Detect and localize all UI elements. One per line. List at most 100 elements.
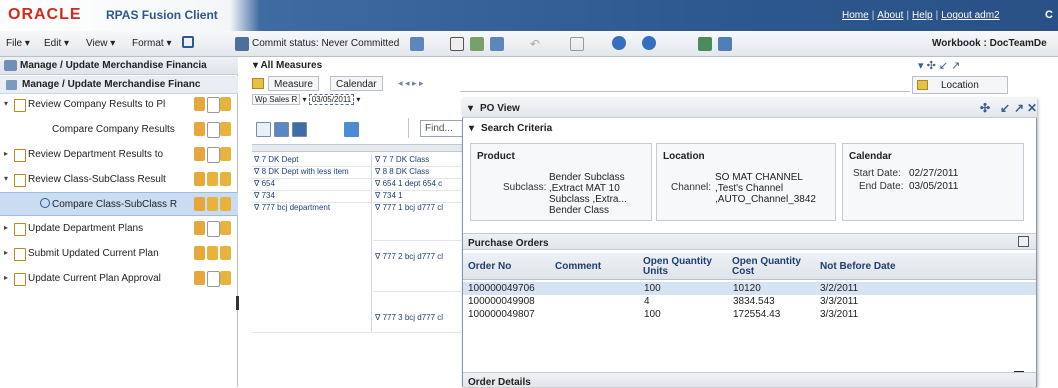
close-icon[interactable]: ✕ (1027, 101, 1037, 115)
task-review-company[interactable]: ▾ Review Company Results to Pl (0, 94, 238, 116)
doc-icon (207, 122, 220, 138)
expand-icon: ▸ (4, 223, 9, 232)
grid-cell[interactable]: ∇ 777 1 bcj d777 cl (373, 203, 461, 241)
task-compare-company[interactable]: Compare Company Results (0, 119, 238, 141)
minimize-icon[interactable]: ↙ (1000, 101, 1010, 115)
global-links: Home | About | Help | Logout adm2 (842, 10, 1000, 21)
logout-link[interactable]: Logout adm2 (941, 10, 999, 21)
order-details-title[interactable]: Order Details (463, 372, 1036, 388)
task-review-class-subclass[interactable]: ▾ Review Class-SubClass Result (0, 169, 238, 191)
grid-cell[interactable]: ∇ 8 DK Dept with less item (252, 167, 372, 179)
purchase-orders-title: Purchase Orders (463, 233, 1036, 250)
location-tab[interactable]: Location (912, 76, 1008, 94)
folder-open-icon (220, 147, 231, 161)
table-row[interactable]: 100000049908 4 3834.543 3/3/2011 (463, 295, 1036, 308)
format-menu[interactable]: Format ▾ (132, 38, 171, 49)
tab-measure[interactable]: Measure (268, 76, 319, 91)
folder-open-icon (220, 197, 231, 211)
grid-view-icon[interactable] (256, 122, 271, 137)
grid-cell[interactable]: ∇ 654 (252, 179, 372, 191)
status-icon (194, 97, 205, 111)
window-icon[interactable] (570, 37, 584, 51)
folder-open-icon (220, 122, 231, 136)
task-review-department[interactable]: ▸ Review Department Results to (0, 144, 238, 166)
panel-controls[interactable]: ▾ ✣ ↙ ↗ (918, 59, 960, 72)
export-icon[interactable] (470, 37, 484, 51)
workflow-icon (6, 80, 17, 90)
workbook-label: Workbook : DocTeamDe (932, 38, 1047, 49)
grid-cell[interactable]: ∇ 734 1 (373, 191, 461, 203)
search-criteria-title[interactable]: ▾ Search Criteria (463, 120, 1036, 138)
export-icon[interactable] (1018, 236, 1029, 247)
calc-icon[interactable] (490, 37, 504, 51)
divider (460, 91, 910, 92)
grid-cell[interactable]: ∇ 777 2 bcj d777 cl (373, 242, 461, 292)
col-open-qty-cost[interactable]: Open Quantity Cost (732, 257, 812, 277)
move-icon[interactable]: ✣ (980, 101, 990, 115)
folder-open-icon (220, 246, 231, 260)
calendar-criteria: Calendar Start Date: 02/27/2011 End Date… (842, 143, 1024, 221)
task-plan-approval[interactable]: ▸ Update Current Plan Approval (0, 268, 238, 290)
task-panel-title: Manage / Update Merchandise Financia (0, 57, 238, 75)
grid-cell[interactable]: ∇ 8 8 DK Class (373, 167, 461, 179)
grid-cell[interactable]: ∇ 777 bcj department (252, 203, 372, 333)
stats-view-icon[interactable] (344, 122, 359, 137)
task-compare-class-subclass[interactable]: Compare Class-SubClass R (0, 192, 238, 216)
col-order-no[interactable]: Order No (468, 262, 511, 272)
file-menu[interactable]: File ▾ (6, 38, 30, 49)
forward-nav-icon[interactable] (642, 36, 656, 50)
header-cutoff-text: C (1045, 9, 1053, 21)
task-icon (14, 174, 26, 187)
doc-icon (207, 172, 218, 186)
col-comment[interactable]: Comment (555, 262, 601, 272)
commit-icon[interactable] (235, 37, 249, 51)
doc-icon (207, 197, 218, 211)
edit-menu[interactable]: Edit ▾ (44, 38, 69, 49)
chart-view-icon[interactable] (274, 122, 289, 137)
grid-cell[interactable]: ∇ 7 DK Dept (252, 155, 372, 167)
tab-scroll-icon[interactable]: ◂ ◂ ▸ ▸ (398, 78, 424, 89)
home-link[interactable]: Home (842, 10, 869, 21)
task-submit-plan[interactable]: ▸ Submit Updated Current Plan (0, 243, 238, 265)
product-name: RPAS Fusion Client (106, 8, 218, 22)
grid-cell[interactable]: ∇ 7 7 DK Class (373, 155, 461, 167)
panel-splitter[interactable] (236, 296, 239, 310)
task-icon (14, 99, 26, 112)
save-icon[interactable] (182, 36, 194, 48)
table-row[interactable]: 100000049706 100 10120 3/2/2011 (463, 282, 1036, 295)
grid-cell[interactable]: ∇ 777 3 bcj d777 cl (373, 293, 461, 333)
maximize-icon[interactable]: ↗ (1014, 101, 1024, 115)
product-criteria: Product Subclass: Bender Subclass ,Extrac… (470, 143, 652, 221)
dimension-icon (917, 80, 928, 90)
folder-open-icon (220, 97, 231, 111)
undo-icon[interactable]: ↶ (530, 37, 544, 51)
task-update-department[interactable]: ▸ Update Department Plans (0, 218, 238, 240)
table-row[interactable]: 100000049807 100 172554.43 3/3/2011 (463, 308, 1036, 321)
print-icon[interactable] (450, 37, 464, 51)
refresh-icon[interactable] (410, 37, 424, 51)
status-icon (194, 271, 205, 285)
bar-view-icon[interactable] (292, 122, 307, 137)
grid-icon[interactable] (698, 37, 712, 51)
help-link[interactable]: Help (912, 10, 933, 21)
folder-icon (4, 60, 17, 71)
col-open-qty-units[interactable]: Open Quantity Units (643, 257, 723, 277)
tab-calendar[interactable]: Calendar (330, 76, 383, 91)
commit-status: Commit status: Never Committed (252, 38, 400, 49)
grid-cell[interactable]: ∇ 654 1 dept 654 c (373, 179, 461, 191)
task-panel-subtitle[interactable]: Manage / Update Merchandise Financ (0, 76, 238, 94)
collapse-icon: ▾ (4, 174, 9, 183)
col-not-before-date[interactable]: Not Before Date (820, 262, 896, 272)
view-menu[interactable]: View ▾ (86, 38, 115, 49)
doc-icon (207, 147, 220, 163)
grid-cell[interactable]: ∇ 734 (252, 191, 372, 203)
grid-header (252, 144, 462, 152)
page-selector[interactable]: Wp Sales R ▾ 03/05/2011 ▾ (252, 94, 360, 108)
expand-icon: ▸ (4, 248, 9, 257)
chart-icon[interactable] (718, 37, 732, 51)
current-task-icon (40, 198, 50, 208)
po-view-title[interactable]: ▾ PO View ✣ ↙ ↗ ✕ (462, 98, 1037, 118)
back-nav-icon[interactable] (612, 36, 626, 50)
about-link[interactable]: About (877, 10, 903, 21)
task-icon (14, 273, 26, 286)
